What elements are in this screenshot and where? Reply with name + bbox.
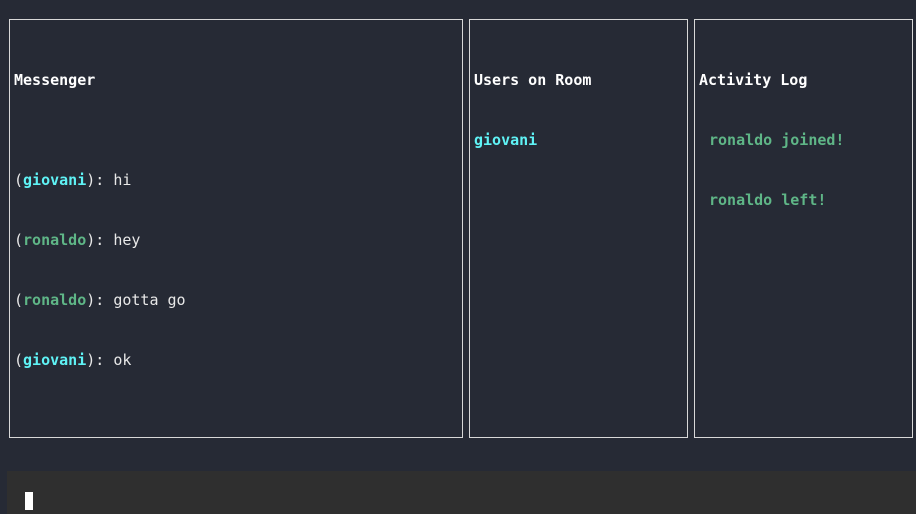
message-text: gotta go (113, 291, 186, 309)
message-text: hi (113, 171, 132, 189)
activity-entry: ronaldo joined! (709, 131, 845, 149)
message-author: giovani (23, 171, 87, 189)
message-author: giovani (23, 351, 87, 369)
message-row: (giovani): ok (14, 351, 132, 369)
users-panel: Users on Room giovani (469, 19, 688, 438)
message-row: (ronaldo): hey (14, 231, 141, 249)
message-author: ronaldo (23, 291, 87, 309)
message-list: (giovani): hi (ronaldo): hey (ronaldo): … (14, 130, 458, 410)
messenger-panel: Messenger (giovani): hi (ronaldo): hey (… (9, 19, 463, 438)
message-input[interactable] (7, 471, 916, 514)
message-author: ronaldo (23, 231, 87, 249)
messenger-title: Messenger (14, 71, 96, 89)
activity-panel: Activity Log ronaldo joined! ronaldo lef… (694, 19, 913, 438)
message-text: ok (113, 351, 132, 369)
message-row: (giovani): hi (14, 171, 132, 189)
user-list-item: giovani (474, 131, 538, 149)
text-cursor (25, 492, 33, 510)
message-text: hey (113, 231, 141, 249)
activity-entry: ronaldo left! (709, 191, 827, 209)
activity-title: Activity Log (699, 71, 808, 89)
message-row: (ronaldo): gotta go (14, 291, 186, 309)
users-title: Users on Room (474, 71, 592, 89)
